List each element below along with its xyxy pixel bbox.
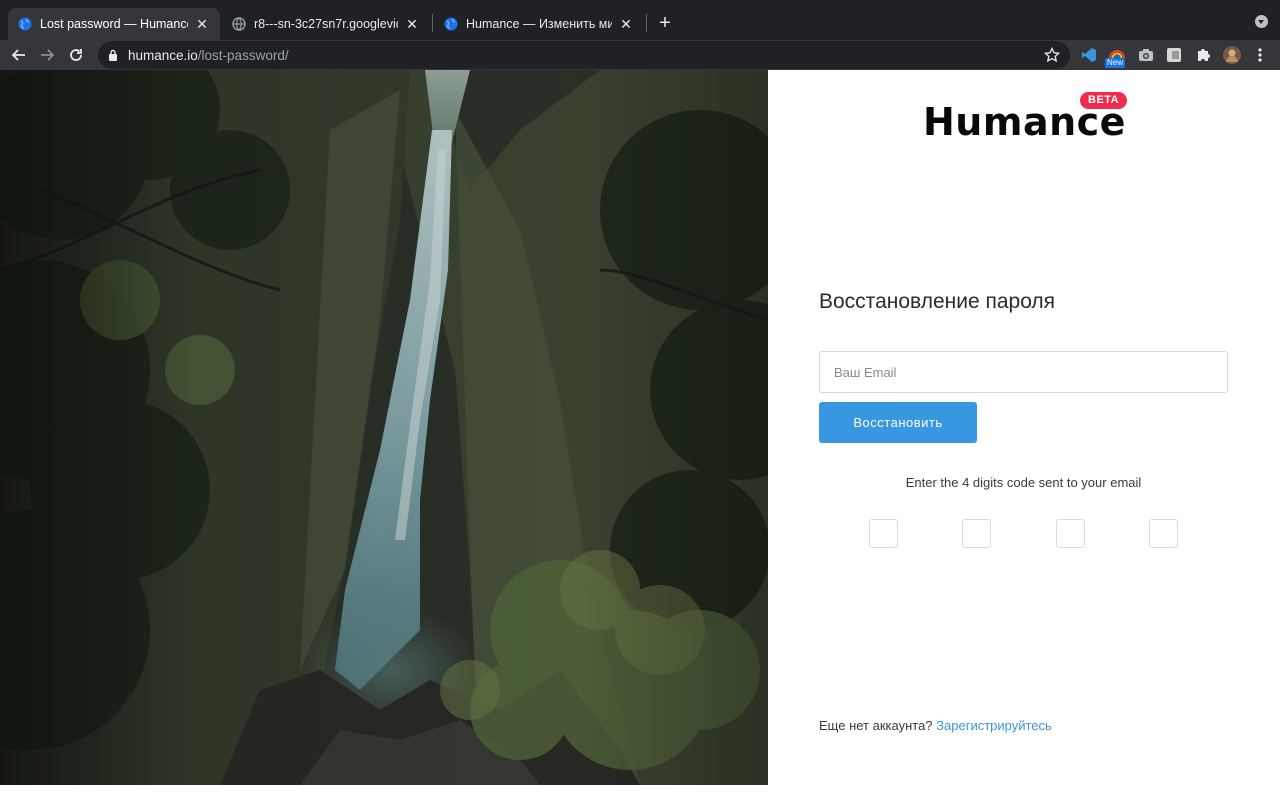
close-icon[interactable]: ✕: [404, 16, 420, 32]
tab-title: r8---sn-3c27sn7r.googlevideo: [254, 17, 398, 31]
browser-toolbar: humance.io/lost-password/ New: [0, 40, 1280, 70]
tab-humance-home[interactable]: Humance — Изменить мир в лучшую сторону …: [434, 8, 644, 40]
globe-icon: [18, 17, 32, 31]
page-title: Восстановление пароля: [819, 290, 1056, 313]
back-button[interactable]: [7, 43, 31, 67]
url-text: humance.io/lost-password/: [128, 48, 289, 63]
signup-prompt-text: Еще нет аккаунта?: [819, 718, 933, 733]
tile-glyph-icon: [1167, 48, 1181, 62]
code-hint-text: Enter the 4 digits code sent to your ema…: [905, 475, 1142, 490]
code-digit-1[interactable]: [869, 519, 898, 548]
profile-avatar-icon: [1223, 46, 1241, 64]
arrow-right-icon: [41, 49, 55, 61]
tab-search-icon[interactable]: [1255, 15, 1268, 28]
page: Humance BETA Восстановление пароля Восст…: [0, 70, 1280, 785]
kebab-menu-icon: [1258, 48, 1262, 62]
tab-separator: [432, 14, 433, 32]
puzzle-icon[interactable]: [1192, 44, 1214, 66]
globe-icon: [444, 17, 458, 31]
email-field[interactable]: [819, 351, 1228, 393]
camera-icon[interactable]: [1135, 44, 1157, 66]
url-domain: humance.io: [128, 47, 198, 63]
arrow-left-icon: [11, 49, 25, 61]
browser-tab-strip: Lost password — Humance ✕ r8---sn-3c27sn…: [0, 0, 1280, 40]
code-digit-3[interactable]: [1056, 519, 1085, 548]
star-icon[interactable]: [1044, 47, 1060, 63]
more-icon[interactable]: [1249, 44, 1271, 66]
tab-lost-password[interactable]: Lost password — Humance ✕: [8, 8, 220, 40]
tab-title: Lost password — Humance: [40, 17, 188, 31]
new-tab-button[interactable]: +: [654, 12, 676, 34]
restore-button[interactable]: Восстановить: [819, 402, 977, 443]
vscode-glyph-icon: [1082, 48, 1096, 62]
reload-icon: [70, 49, 82, 61]
address-bar[interactable]: humance.io/lost-password/: [98, 41, 1070, 69]
globe-icon: [232, 17, 246, 31]
code-digit-4[interactable]: [1149, 519, 1178, 548]
close-icon[interactable]: ✕: [618, 16, 634, 32]
waterfall-illustration: [0, 70, 768, 785]
url-path: /lost-password/: [197, 47, 289, 63]
signup-link[interactable]: Зарегистрируйтесь: [936, 718, 1052, 733]
close-icon[interactable]: ✕: [194, 16, 210, 32]
tab-title: Humance — Изменить мир в лучшую сторону: [466, 17, 612, 31]
lock-icon: [109, 49, 117, 61]
tab-googlevideo[interactable]: r8---sn-3c27sn7r.googlevideo ✕: [222, 8, 430, 40]
camera-glyph-icon: [1139, 49, 1153, 61]
rainbow-new-icon[interactable]: New: [1105, 44, 1128, 68]
beta-badge: BETA: [1080, 92, 1128, 109]
recovery-panel: Humance BETA Восстановление пароля Восст…: [768, 70, 1280, 785]
signup-prompt: Еще нет аккаунта? Зарегистрируйтесь: [819, 718, 1052, 733]
extension-tile-icon[interactable]: [1163, 44, 1185, 66]
reload-button[interactable]: [64, 43, 88, 67]
puzzle-glyph-icon: [1198, 49, 1210, 61]
vscode-icon[interactable]: [1078, 44, 1100, 66]
new-badge: New: [1105, 58, 1126, 68]
avatar[interactable]: [1221, 44, 1243, 66]
waterfall-hero-image: [0, 70, 768, 785]
bottom-strip: [0, 785, 1280, 800]
code-digit-2[interactable]: [962, 519, 991, 548]
forward-button[interactable]: [35, 43, 59, 67]
tab-separator: [646, 14, 647, 32]
